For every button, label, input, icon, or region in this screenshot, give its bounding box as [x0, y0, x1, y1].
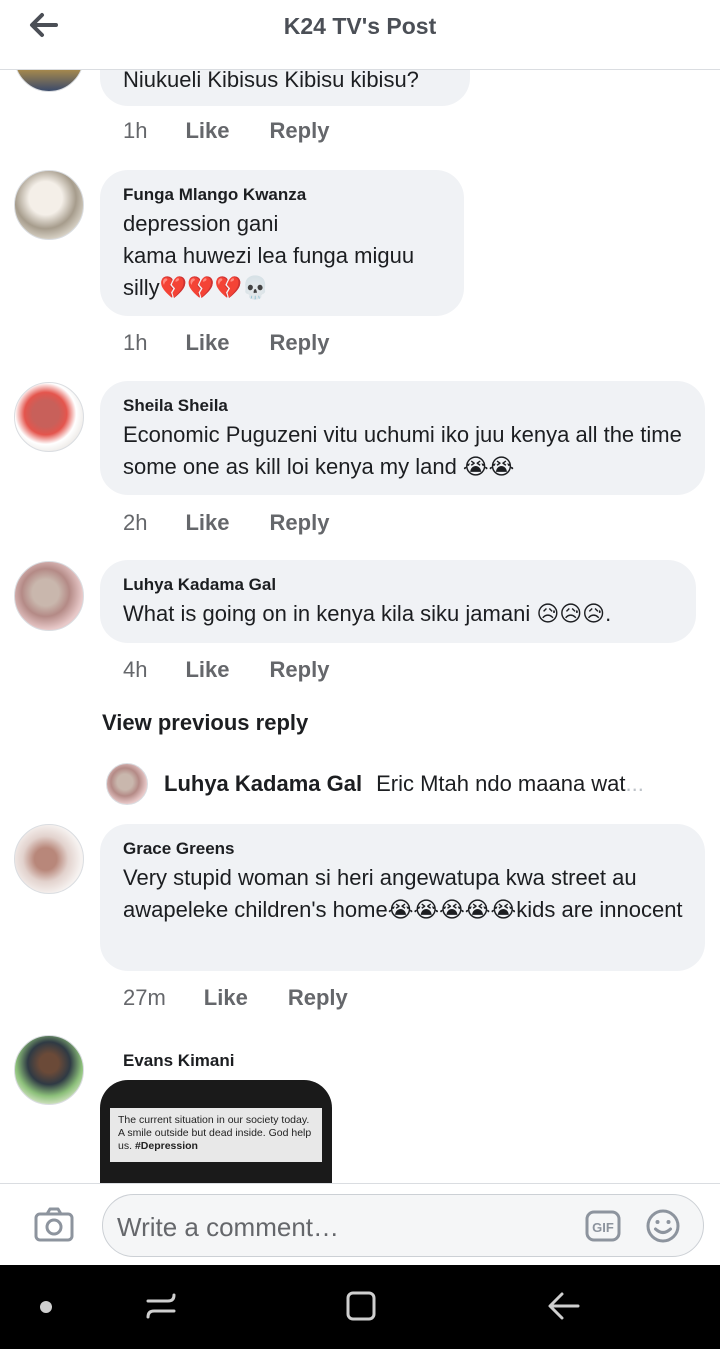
comment-image[interactable]: The current situation in our society tod… [100, 1080, 332, 1183]
reply-preview[interactable]: Luhya Kadama Gal Eric Mtah ndo maana wat… [106, 762, 644, 806]
reply-button[interactable]: Reply [270, 510, 330, 536]
reply-text: Eric Mtah ndo maana wat... [376, 771, 644, 796]
top-bar: K24 TV's Post [0, 0, 720, 70]
comment-composer: Write a comment… GIF [0, 1183, 720, 1265]
like-button[interactable]: Like [204, 985, 248, 1011]
comment-text: depression gani kama huwezi lea funga mi… [123, 211, 415, 300]
comment-time: 4h [123, 657, 148, 682]
comment-text: Niukueli Kibisus Kibisu kibisu? [123, 70, 419, 92]
comment-bubble[interactable]: Funga Mlango Kwanza depression gani kama… [100, 170, 464, 316]
comment-text: Economic Puguzeni vitu uchumi iko juu ke… [123, 422, 682, 479]
reply-author[interactable]: Luhya Kadama Gal [164, 771, 362, 797]
comment-bubble[interactable]: Grace Greens Very stupid woman si heri a… [100, 824, 705, 971]
comment-author[interactable]: Luhya Kadama Gal [123, 574, 674, 596]
comment-time: 1h [123, 330, 148, 355]
reply-button[interactable]: Reply [270, 330, 330, 356]
like-button[interactable]: Like [185, 657, 229, 683]
reply-button[interactable]: Reply [270, 657, 330, 683]
avatar[interactable] [14, 170, 84, 240]
view-previous-reply-link[interactable]: View previous reply [102, 710, 308, 736]
avatar[interactable] [106, 763, 148, 805]
comment-text: What is going on in kenya kila siku jama… [123, 601, 612, 626]
camera-icon[interactable] [34, 1206, 74, 1242]
comment-actions: 4h Like Reply [123, 657, 369, 683]
reply-ellipsis: ... [625, 771, 644, 796]
comment-author[interactable]: Sheila Sheila [123, 395, 683, 417]
comment-bubble[interactable]: Niukueli Kibisus Kibisu kibisu? [100, 70, 470, 106]
comment-actions: 27m Like Reply [123, 985, 388, 1011]
reply-button[interactable]: Reply [288, 985, 348, 1011]
comment-actions: 1h Like Reply [123, 330, 369, 356]
system-navigation-bar [0, 1265, 720, 1349]
like-button[interactable]: Like [185, 330, 229, 356]
page-title: K24 TV's Post [283, 13, 437, 39]
comment-time: 2h [123, 510, 148, 535]
comment-input-placeholder: Write a comment… [117, 1212, 340, 1242]
back-icon[interactable] [546, 1289, 582, 1323]
avatar[interactable] [14, 561, 84, 631]
comment-actions: 1h Like Reply [123, 118, 369, 144]
svg-text:GIF: GIF [592, 1220, 614, 1235]
like-button[interactable]: Like [185, 118, 229, 144]
navigation-dot-icon[interactable] [40, 1301, 52, 1313]
comment-author[interactable]: Funga Mlango Kwanza [123, 184, 442, 206]
reply-button[interactable]: Reply [270, 118, 330, 144]
comment-input[interactable]: Write a comment… GIF [102, 1194, 704, 1257]
avatar[interactable] [14, 382, 84, 452]
avatar[interactable] [14, 70, 84, 92]
emoji-icon[interactable] [645, 1208, 681, 1244]
comment-time: 27m [123, 985, 166, 1010]
like-button[interactable]: Like [185, 510, 229, 536]
comment-bubble[interactable]: Sheila Sheila Economic Puguzeni vitu uch… [100, 381, 705, 495]
comment-time: 1h [123, 118, 148, 143]
comment-author[interactable]: Evans Kimani [123, 1051, 235, 1071]
avatar[interactable] [14, 1035, 84, 1105]
image-caption: The current situation in our society tod… [110, 1108, 322, 1162]
comment-text: Very stupid woman si heri angewatupa kwa… [123, 865, 683, 922]
gif-icon[interactable]: GIF [585, 1210, 621, 1242]
comment-bubble[interactable]: Luhya Kadama Gal What is going on in ken… [100, 560, 696, 643]
avatar[interactable] [14, 824, 84, 894]
recent-apps-icon[interactable] [144, 1289, 178, 1323]
home-icon[interactable] [344, 1289, 378, 1323]
comment-author[interactable]: Grace Greens [123, 838, 683, 860]
comment-actions: 2h Like Reply [123, 510, 369, 536]
comment-feed[interactable]: Niukueli Kibisus Kibisu kibisu? 1h Like … [0, 70, 720, 1183]
